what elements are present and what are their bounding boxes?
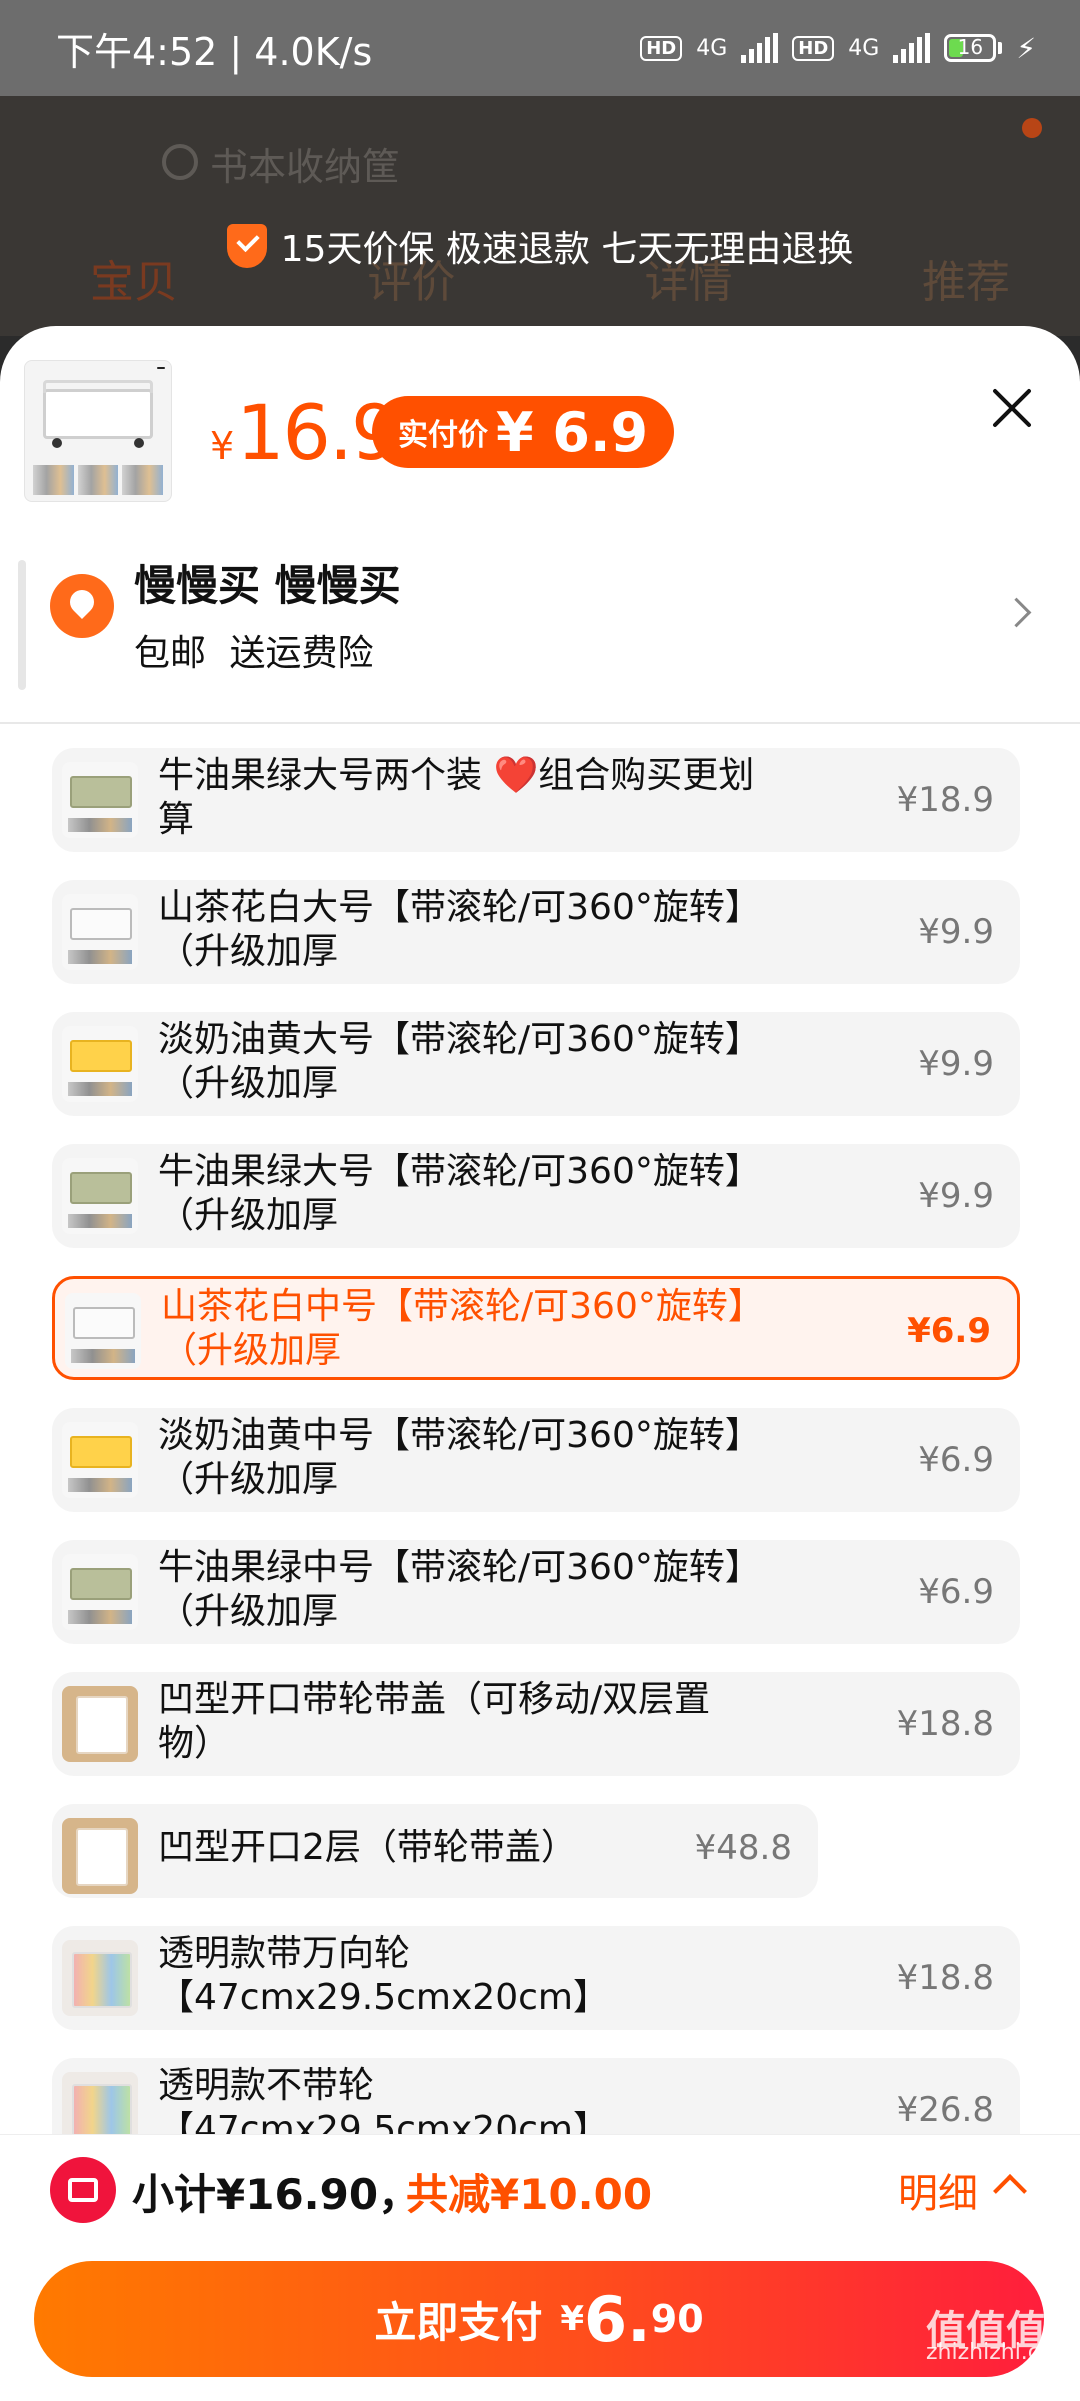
notification-dot xyxy=(1022,118,1042,138)
option-label: 牛油果绿大号两个装 ❤️组合购买更划算 xyxy=(158,755,755,840)
network-type-2: 4G xyxy=(848,35,880,61)
signal-icon-2 xyxy=(893,33,931,63)
close-icon[interactable] xyxy=(990,386,1034,430)
pay-amount-dec: 90 xyxy=(650,2297,704,2341)
option-price: ¥6.9 xyxy=(918,1572,994,1612)
option-thumbnail xyxy=(62,1422,138,1498)
option-price: ¥9.9 xyxy=(918,912,994,952)
sku-option[interactable]: 牛油果绿大号两个装 ❤️组合购买更划算 ¥18.9 xyxy=(52,748,1020,852)
shipping-info: 包邮 送运费险 xyxy=(134,633,374,674)
status-icons: HD 4G HD 4G 16 ⚡ xyxy=(640,32,1036,65)
network-type: 4G xyxy=(696,35,728,61)
option-price: ¥48.8 xyxy=(694,1828,792,1868)
sku-option[interactable]: 凹型开口2层（带轮带盖） ¥48.8 xyxy=(52,1804,818,1898)
address-row[interactable]: 慢慢买 慢慢买 包邮 送运费险 xyxy=(0,526,1080,706)
address-name: 慢慢买 慢慢买 xyxy=(134,561,401,610)
real-price-value: ¥ 6.9 xyxy=(496,400,649,464)
chevron-up-icon[interactable] xyxy=(993,2174,1027,2208)
option-label: 山茶花白中号【带滚轮/可360°旋转】 （升级加厚 xyxy=(161,1286,764,1371)
battery-level: 16 xyxy=(957,35,984,59)
guarantee-banner: 15天价保 极速退款 七天无理由退换 xyxy=(0,220,1080,272)
sku-option[interactable]: 凹型开口带轮带盖（可移动/双层置 物） ¥18.8 xyxy=(52,1672,1020,1776)
pay-label: 立即支付 xyxy=(374,2297,543,2347)
option-label: 凹型开口带轮带盖（可移动/双层置 物） xyxy=(158,1679,711,1764)
option-price: ¥26.8 xyxy=(896,2090,994,2130)
sku-option[interactable]: 淡奶油黄中号【带滚轮/可360°旋转】 （升级加厚 ¥6.9 xyxy=(52,1408,1020,1512)
detail-link[interactable]: 明细 xyxy=(898,2161,978,2219)
option-thumbnail xyxy=(65,1293,141,1369)
option-label: 牛油果绿大号【带滚轮/可360°旋转】 （升级加厚 xyxy=(158,1151,761,1236)
option-thumbnail xyxy=(62,1026,138,1102)
option-thumbnail xyxy=(62,894,138,970)
option-label: 山茶花白大号【带滚轮/可360°旋转】 （升级加厚 xyxy=(158,887,761,972)
option-thumbnail xyxy=(62,1940,138,2016)
option-thumbnail xyxy=(62,1818,138,1894)
sku-option[interactable]: 山茶花白中号【带滚轮/可360°旋转】 （升级加厚 ¥6.9 xyxy=(52,1276,1020,1380)
product-price: ¥16.9 xyxy=(210,388,399,477)
scroll-indicator xyxy=(18,560,26,690)
option-price: ¥18.8 xyxy=(896,1958,994,1998)
option-label: 牛油果绿中号【带滚轮/可360°旋转】 （升级加厚 xyxy=(158,1547,761,1632)
hd-icon: HD xyxy=(640,35,683,61)
watermark-text: zhizhizhi.com xyxy=(926,2340,1075,2365)
heart-icon: ❤️ xyxy=(493,755,539,796)
divider xyxy=(0,722,1080,724)
subtotal: 小计¥16.90， xyxy=(132,2170,421,2219)
option-thumbnail xyxy=(62,1554,138,1630)
option-label: 淡奶油黄大号【带滚轮/可360°旋转】 （升级加厚 xyxy=(158,1019,761,1104)
discount-total: 共减¥10.00 xyxy=(406,2170,653,2219)
pay-now-button[interactable]: 立即支付 ¥ 6. 90 xyxy=(34,2261,1044,2377)
option-label: 透明款带万向轮 【47cmx29.5cmx20cm】 xyxy=(158,1933,609,2018)
sku-sheet: ¥16.9 实付价 ¥ 6.9 慢慢买 慢慢买 包邮 送运费险 牛油果绿大号两个… xyxy=(0,326,1080,2400)
real-price-label: 实付价 xyxy=(398,418,488,453)
checkout-footer: 小计¥16.90， 共减¥10.00 明细 立即支付 ¥ 6. 90 xyxy=(0,2134,1080,2401)
option-price: ¥18.8 xyxy=(896,1704,994,1744)
shield-check-icon xyxy=(226,224,267,268)
option-price: ¥9.9 xyxy=(918,1176,994,1216)
pay-amount-int: 6. xyxy=(584,2282,651,2356)
status-bar: 下午4:52 | 4.0K/s HD 4G HD 4G 16 ⚡ xyxy=(0,0,1080,96)
option-label: 凹型开口2层（带轮带盖） xyxy=(158,1827,577,1868)
option-price: ¥6.9 xyxy=(907,1311,991,1351)
sku-option[interactable]: 山茶花白大号【带滚轮/可360°旋转】 （升级加厚 ¥9.9 xyxy=(52,880,1020,984)
sku-option[interactable]: 牛油果绿中号【带滚轮/可360°旋转】 （升级加厚 ¥6.9 xyxy=(52,1540,1020,1644)
hd-icon-2: HD xyxy=(792,35,835,61)
background-search: 书本收纳筐 xyxy=(210,145,401,189)
pay-currency: ¥ xyxy=(560,2299,585,2339)
location-pin-icon xyxy=(50,574,114,638)
option-price: ¥9.9 xyxy=(918,1044,994,1084)
sku-option[interactable]: 透明款带万向轮 【47cmx29.5cmx20cm】 ¥18.8 xyxy=(52,1926,1020,2030)
option-thumbnail xyxy=(62,1158,138,1234)
background-page: 书本收纳筐 宝贝 评价 详情 推荐 xyxy=(0,96,1080,336)
chevron-right-icon xyxy=(1001,597,1032,628)
status-time: 下午4:52 | 4.0K/s xyxy=(56,29,373,74)
signal-icon xyxy=(741,33,779,63)
coupon-icon xyxy=(50,2157,116,2223)
sku-option[interactable]: 牛油果绿大号【带滚轮/可360°旋转】 （升级加厚 ¥9.9 xyxy=(52,1144,1020,1248)
sku-option[interactable]: 淡奶油黄大号【带滚轮/可360°旋转】 （升级加厚 ¥9.9 xyxy=(52,1012,1020,1116)
option-thumbnail xyxy=(62,1686,138,1762)
option-label: 淡奶油黄中号【带滚轮/可360°旋转】 （升级加厚 xyxy=(158,1415,761,1500)
battery-icon: 16 xyxy=(944,34,1003,62)
option-price: ¥6.9 xyxy=(918,1440,994,1480)
option-price: ¥18.9 xyxy=(896,780,994,820)
product-thumbnail[interactable] xyxy=(24,360,172,502)
option-thumbnail xyxy=(62,762,138,838)
guarantee-text: 15天价保 极速退款 七天无理由退换 xyxy=(280,229,854,270)
charging-icon: ⚡ xyxy=(1016,31,1036,65)
real-price-badge: 实付价 ¥ 6.9 xyxy=(372,396,675,468)
